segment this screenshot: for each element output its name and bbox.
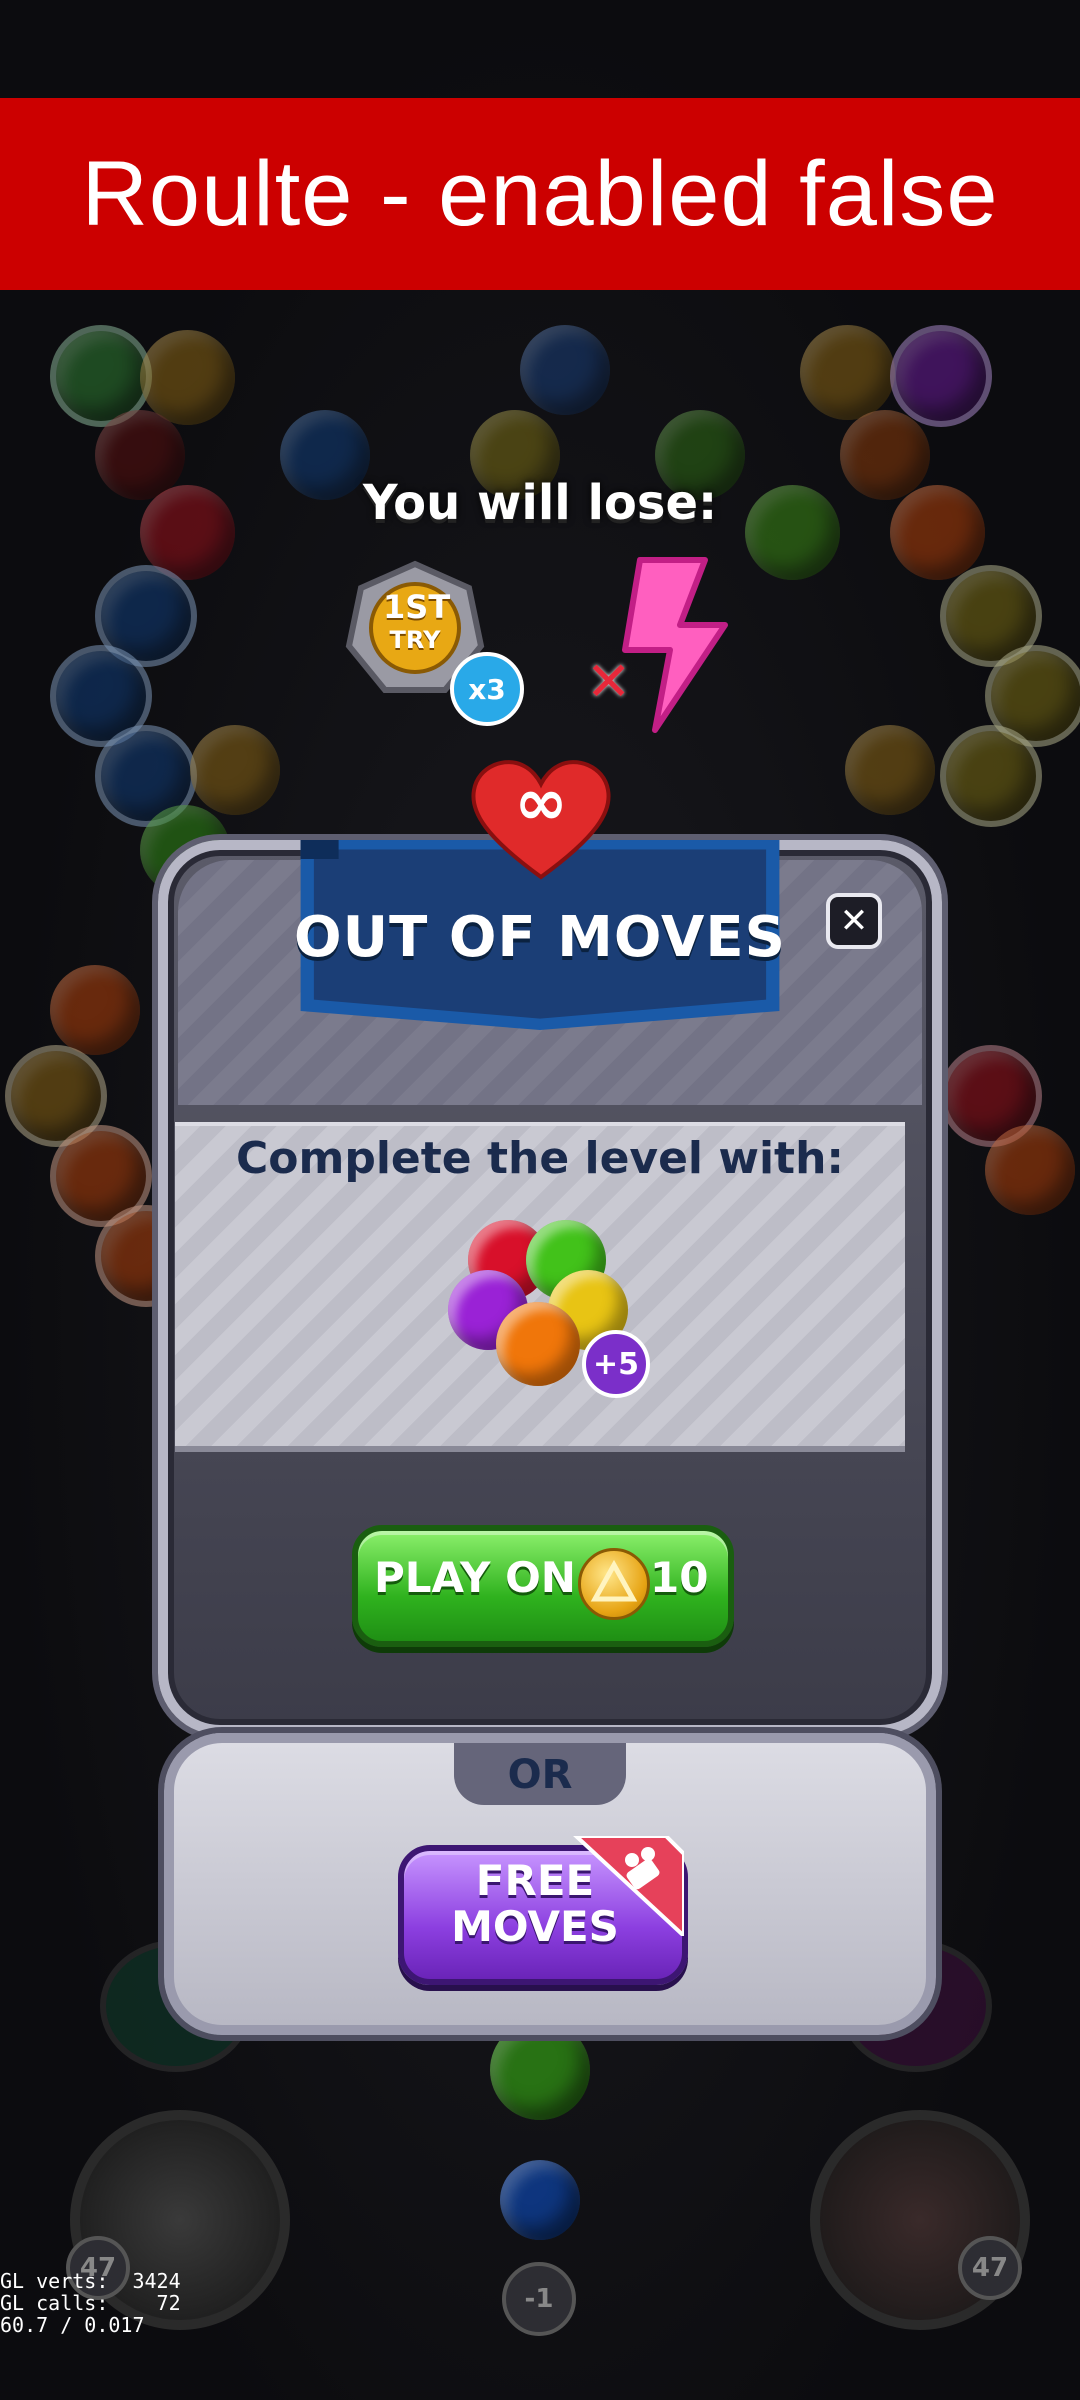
lose-x-mark: ✕ <box>586 650 632 713</box>
center-counter: -1 <box>502 2262 576 2336</box>
debug-banner-text: Roulte - enabled false <box>81 142 999 245</box>
multiplier-text: x3 <box>468 672 506 706</box>
multiplier-badge: x3 <box>450 652 524 726</box>
debug-calls: GL calls: 72 <box>0 2291 181 2315</box>
first-try-line2: TRY <box>389 626 441 654</box>
debug-fps: 60.7 / 0.017 <box>0 2313 145 2337</box>
debug-verts: GL verts: 3424 <box>0 2269 181 2293</box>
coin-icon <box>578 1548 650 1620</box>
infinite-lives-heart-icon: ∞ <box>466 752 616 882</box>
lose-title: You will lose: <box>362 475 718 531</box>
play-on-cost: 10 <box>650 1553 709 1602</box>
right-shots-counter: 47 <box>958 2236 1022 2300</box>
video-camera-icon <box>573 1836 684 1936</box>
complete-level-text: Complete the level with: <box>235 1133 845 1184</box>
close-icon: ✕ <box>839 901 869 941</box>
reward-count-badge: +5 <box>582 1330 650 1398</box>
debug-overlay: GL verts: 3424 GL calls: 72 60.7 / 0.017 <box>0 2270 181 2336</box>
play-on-label: PLAY ON <box>374 1553 576 1602</box>
svg-text:∞: ∞ <box>514 766 567 840</box>
or-separator: OR <box>507 1752 573 1798</box>
close-button[interactable]: ✕ <box>826 893 882 949</box>
dialog-title: OUT OF MOVES <box>294 905 786 970</box>
debug-banner: Roulte - enabled false <box>0 98 1080 290</box>
reward-count-text: +5 <box>592 1346 639 1382</box>
first-try-line1: 1ST <box>383 588 451 626</box>
